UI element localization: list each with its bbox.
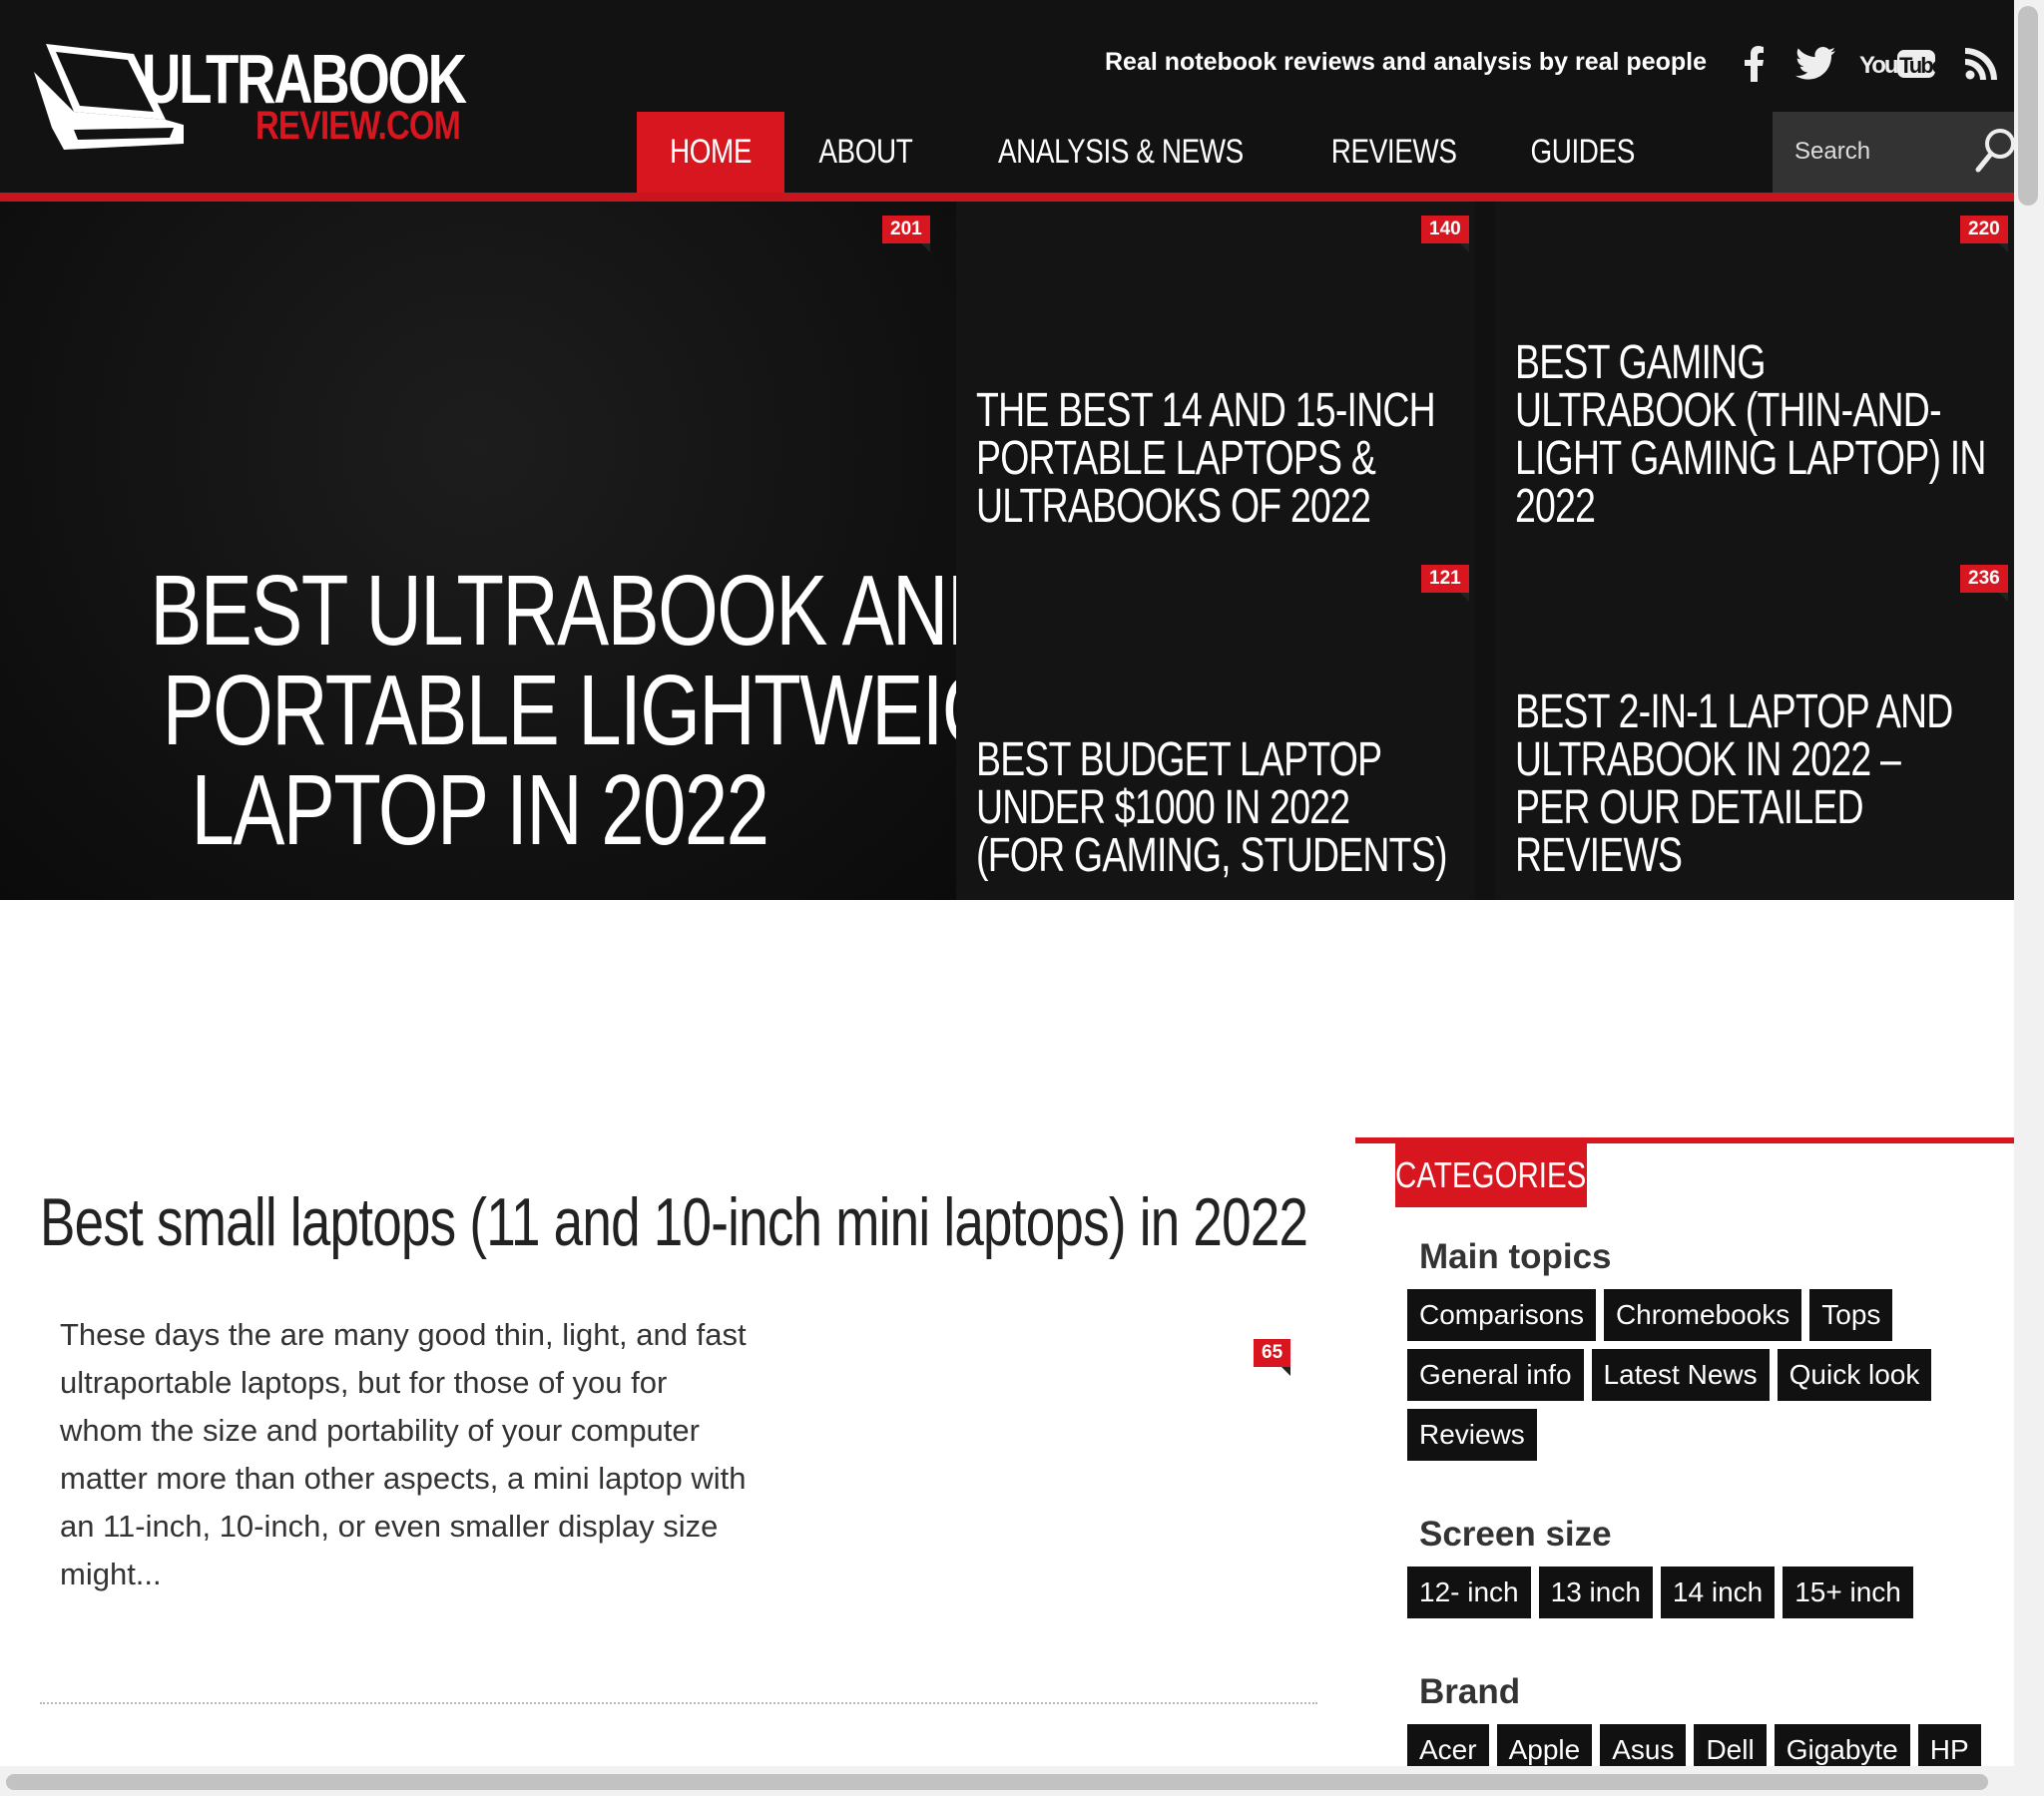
excerpt-line: matter more than other aspects, a mini l… (60, 1461, 747, 1496)
section-heading-screen-size: Screen size (1419, 1515, 1612, 1554)
hero-tile-title-line: ULTRABOOK (THIN-AND- (1515, 384, 1942, 437)
comment-count-badge[interactable]: 65 (1254, 1339, 1291, 1376)
facebook-icon[interactable] (1739, 44, 1771, 84)
vertical-scrollbar[interactable] (2014, 0, 2044, 1796)
nav-about-label: ABOUT (818, 133, 913, 171)
horizontal-scrollbar[interactable] (0, 1766, 2014, 1796)
hero-tile-post[interactable]: THE BEST 14 AND 15-INCH PORTABLE LAPTOPS… (956, 202, 1475, 551)
hero-tile-post[interactable]: BEST 2-IN-1 LAPTOP AND ULTRABOOK IN 2022… (1495, 551, 2014, 900)
hero-tile-title-line: (FOR GAMING, STUDENTS) (976, 829, 1447, 882)
section-heading-brand: Brand (1419, 1672, 1521, 1711)
search-icon[interactable] (1974, 126, 2018, 176)
excerpt-line: might... (60, 1557, 162, 1591)
comment-count-badge[interactable]: 140 (1421, 216, 1469, 252)
featured-hero: BEST ULTRABOOK AND PORTABLE LIGHTWEIGHT … (0, 202, 2014, 900)
header-divider (0, 193, 2014, 202)
svg-text:Tube: Tube (1899, 53, 1937, 78)
tag-12-inch[interactable]: 12- inch (1407, 1567, 1531, 1618)
site-logo[interactable]: ULTRABOOK REVIEW.COM (34, 32, 467, 152)
main-nav: HOME ABOUT ANALYSIS & NEWS REVIEWS GUIDE… (637, 112, 1670, 193)
youtube-icon[interactable]: You Tube (1858, 44, 1938, 84)
nav-reviews[interactable]: REVIEWS (1293, 112, 1494, 193)
hero-tile-title-line: LIGHT GAMING LAPTOP) IN (1515, 432, 1986, 485)
hero-tile-title-line: PORTABLE LAPTOPS & (976, 432, 1376, 485)
svg-text:You: You (1859, 52, 1898, 79)
article-title: Best small laptops (11 and 10-inch mini … (40, 1184, 1308, 1260)
hero-tile-title: BEST GAMING ULTRABOOK (THIN-AND- LIGHT G… (1515, 339, 2044, 531)
categories-header: CATEGORIES (1395, 1143, 1587, 1207)
logo-text-review: REVIEW.COM (256, 104, 461, 148)
vertical-scrollbar-thumb[interactable] (2018, 6, 2038, 206)
hero-tile-post[interactable]: BEST BUDGET LAPTOP UNDER $1000 IN 2022 (… (956, 551, 1475, 900)
hero-tile-title-line: ULTRABOOKS OF 2022 (976, 480, 1371, 533)
article-divider (40, 1702, 1317, 1704)
hero-tile-title-line: BEST GAMING (1515, 336, 1767, 389)
hero-tile-title-line: PER OUR DETAILED (1515, 781, 1864, 834)
nav-about[interactable]: ABOUT (784, 112, 947, 193)
tag-14-inch[interactable]: 14 inch (1660, 1567, 1776, 1618)
comment-count-badge[interactable]: 236 (1960, 565, 2008, 602)
tag-general-info[interactable]: General info (1407, 1349, 1584, 1401)
hero-tile-title-line: UNDER $1000 IN 2022 (976, 781, 1350, 834)
nav-analysis-news[interactable]: ANALYSIS & NEWS (947, 112, 1294, 193)
tag-reviews[interactable]: Reviews (1407, 1409, 1537, 1461)
hero-main-post[interactable]: BEST ULTRABOOK AND PORTABLE LIGHTWEIGHT … (0, 202, 1103, 900)
comment-count-badge[interactable]: 121 (1421, 565, 1469, 602)
tag-list-main-topics: Comparisons Chromebooks Tops General inf… (1407, 1289, 2006, 1461)
hero-tile-title-line: ULTRABOOK IN 2022 – (1515, 733, 1901, 786)
rss-icon[interactable] (1962, 44, 2000, 84)
hero-main-title-line: LAPTOP IN 2022 (191, 754, 769, 866)
nav-home-label: HOME (670, 133, 752, 171)
hero-tile-title-line: BEST 2-IN-1 LAPTOP AND (1515, 685, 1953, 738)
article-excerpt: These days the are many good thin, light… (60, 1311, 778, 1598)
nav-guides[interactable]: GUIDES (1495, 112, 1670, 193)
search-input[interactable] (1794, 132, 1954, 172)
hero-main-title: BEST ULTRABOOK AND PORTABLE LIGHTWEIGHT … (30, 561, 1103, 866)
hero-tile-title-line: 2022 (1515, 480, 1596, 533)
hero-tile-title-line: REVIEWS (1515, 829, 1683, 882)
comment-count-badge[interactable]: 201 (882, 216, 930, 252)
tag-latest-news[interactable]: Latest News (1591, 1349, 1770, 1401)
tag-chromebooks[interactable]: Chromebooks (1603, 1289, 1802, 1341)
tag-13-inch[interactable]: 13 inch (1538, 1567, 1653, 1618)
categories-header-label: CATEGORIES (1395, 1154, 1587, 1195)
hero-tile-title-line: BEST BUDGET LAPTOP (976, 733, 1382, 786)
section-heading-main-topics: Main topics (1419, 1237, 1612, 1276)
twitter-icon[interactable] (1792, 44, 1838, 84)
nav-home[interactable]: HOME (637, 112, 784, 193)
tag-list-screen-size: 12- inch 13 inch 14 inch 15+ inch (1407, 1567, 2006, 1618)
site-header: ULTRABOOK REVIEW.COM Real notebook revie… (0, 0, 2014, 193)
nav-reviews-label: REVIEWS (1331, 133, 1457, 171)
hero-tile-title-line: THE BEST 14 AND 15-INCH (976, 384, 1436, 437)
hero-tile-post[interactable]: BEST GAMING ULTRABOOK (THIN-AND- LIGHT G… (1495, 202, 2014, 551)
hero-tile-title: BEST BUDGET LAPTOP UNDER $1000 IN 2022 (… (976, 736, 1580, 880)
excerpt-line: These days the are many good thin, light… (60, 1317, 747, 1352)
excerpt-line: whom the size and portability of your co… (60, 1413, 700, 1448)
hero-tile-title: THE BEST 14 AND 15-INCH PORTABLE LAPTOPS… (976, 387, 1565, 531)
site-tagline: Real notebook reviews and analysis by re… (1104, 48, 1707, 76)
tag-tops[interactable]: Tops (1809, 1289, 1893, 1341)
excerpt-line: an 11-inch, 10-inch, or even smaller dis… (60, 1509, 719, 1544)
hero-main-title-line: BEST ULTRABOOK AND (150, 555, 1003, 667)
tag-quick-look[interactable]: Quick look (1777, 1349, 1932, 1401)
nav-guides-label: GUIDES (1530, 133, 1635, 171)
excerpt-line: ultraportable laptops, but for those of … (60, 1365, 668, 1400)
hero-tile-title: BEST 2-IN-1 LAPTOP AND ULTRABOOK IN 2022… (1515, 688, 2044, 880)
comment-count-badge[interactable]: 220 (1960, 216, 2008, 252)
nav-analysis-news-label: ANALYSIS & NEWS (997, 133, 1244, 171)
tag-comparisons[interactable]: Comparisons (1407, 1289, 1596, 1341)
horizontal-scrollbar-thumb[interactable] (6, 1774, 1988, 1790)
tag-15-plus-inch[interactable]: 15+ inch (1783, 1567, 1913, 1618)
